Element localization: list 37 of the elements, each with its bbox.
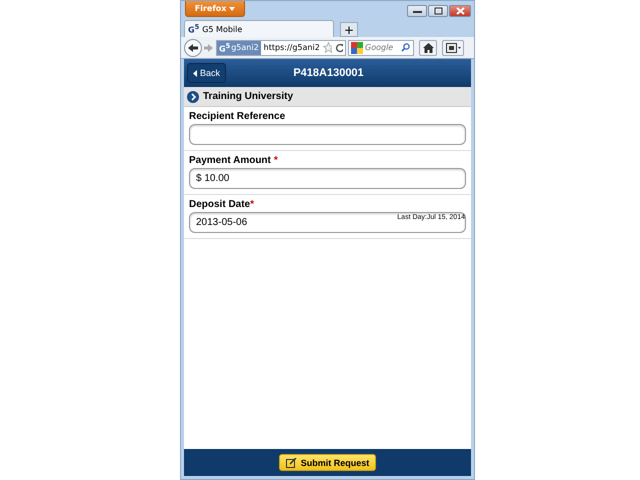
site-identity-badge[interactable]: G$^{5}$ g5ani2: [217, 40, 261, 54]
input-field[interactable]: $ 10.00: [189, 168, 466, 189]
back-button[interactable]: [184, 38, 202, 56]
browser-tab[interactable]: G$^{5}$ G5 Mobile: [184, 20, 334, 37]
caret-icon: [229, 7, 236, 11]
input-field[interactable]: [189, 124, 466, 145]
close-icon: [456, 7, 464, 15]
submit-request-button[interactable]: Submit Request: [278, 454, 376, 471]
bookmarks-button[interactable]: [442, 40, 464, 56]
section-title: Training University: [203, 91, 294, 102]
back-arrow-icon: [187, 42, 199, 52]
field-label: Payment Amount *: [189, 155, 279, 166]
minimize-icon: [412, 10, 422, 12]
field-label: Recipient Reference: [189, 111, 286, 122]
back-button[interactable]: Back: [187, 63, 226, 83]
home-icon: [422, 42, 434, 52]
required-asterisk: *: [274, 155, 278, 166]
close-button[interactable]: [449, 5, 471, 17]
home-button[interactable]: [419, 40, 437, 56]
google-icon: [351, 42, 363, 54]
reload-icon[interactable]: [334, 42, 343, 52]
search-field[interactable]: Google: [348, 40, 414, 56]
field-label: Deposit Date*: [189, 199, 256, 210]
search-icon[interactable]: [401, 43, 410, 52]
maximize-button[interactable]: [428, 5, 448, 17]
new-tab-button[interactable]: +: [340, 22, 358, 37]
star-icon[interactable]: [322, 42, 332, 53]
minimize-button[interactable]: [407, 5, 427, 17]
address-bar[interactable]: G$^{5}$ g5ani2 https://g5ani2: [216, 40, 346, 56]
required-asterisk: *: [250, 199, 254, 210]
chevron-circle-icon: [187, 90, 199, 102]
page-title: P418A130001: [292, 67, 365, 79]
url-text: https://g5ani2: [264, 43, 320, 52]
triangle-icon: [193, 70, 197, 76]
edit-icon: [286, 458, 297, 468]
bookmarks-icon: [446, 42, 460, 52]
maximize-icon: [434, 7, 442, 15]
